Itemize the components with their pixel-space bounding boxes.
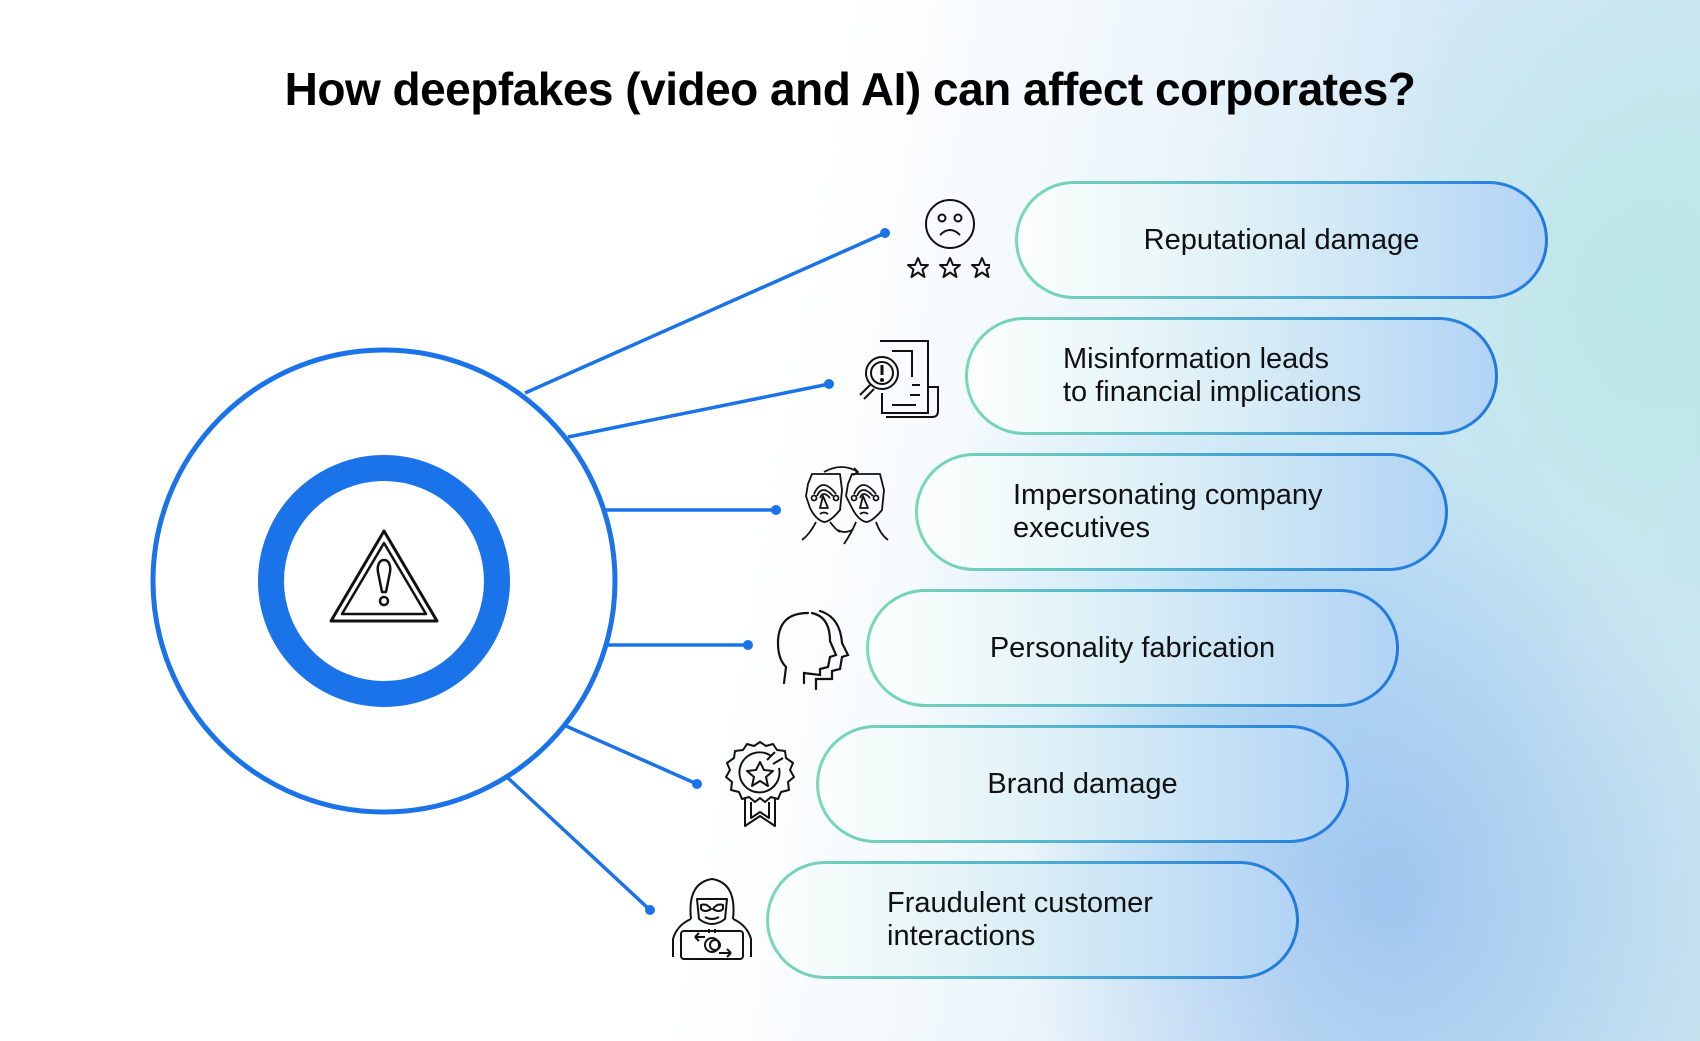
duplicate-head-profile-icon [770,603,860,693]
connector-dot-1 [880,228,890,238]
connector-dot-5 [692,779,702,789]
connector-dot-3 [771,505,781,515]
connector-line-5 [565,724,698,786]
hooded-hacker-laptop-icon [667,873,757,963]
impact-pill-impersonating-executives: Impersonating company executives [915,453,1448,571]
impact-pill-personality-fabrication: Personality fabrication [866,589,1399,707]
impact-label: Brand damage [987,767,1178,800]
sad-face-three-stars-icon [900,196,993,286]
impact-label: Reputational damage [1143,223,1420,256]
face-swap-icon [800,460,890,550]
broken-award-badge-icon [715,738,805,828]
connector-dot-4 [743,640,753,650]
connector-line-1 [524,231,886,395]
impact-pill-brand-damage: Brand damage [816,725,1349,843]
impact-label: Misinformation leads to financial implic… [1063,343,1362,408]
impact-label: Personality fabrication [989,631,1276,664]
impact-label: Fraudulent customer interactions [887,887,1153,952]
impact-pill-misinformation: Misinformation leads to financial implic… [965,317,1498,435]
connector-dot-2 [824,379,834,389]
impact-label: Impersonating company executives [1013,479,1323,544]
impact-pill-fraudulent-interactions: Fraudulent customer interactions [766,861,1299,979]
connector-line-6 [506,776,652,912]
connector-dot-6 [645,905,655,915]
inner-hub-ring [258,455,510,707]
impact-pill-reputational-damage: Reputational damage [1015,181,1548,299]
connector-line-2 [567,382,830,439]
document-magnifier-alert-icon [852,333,942,423]
